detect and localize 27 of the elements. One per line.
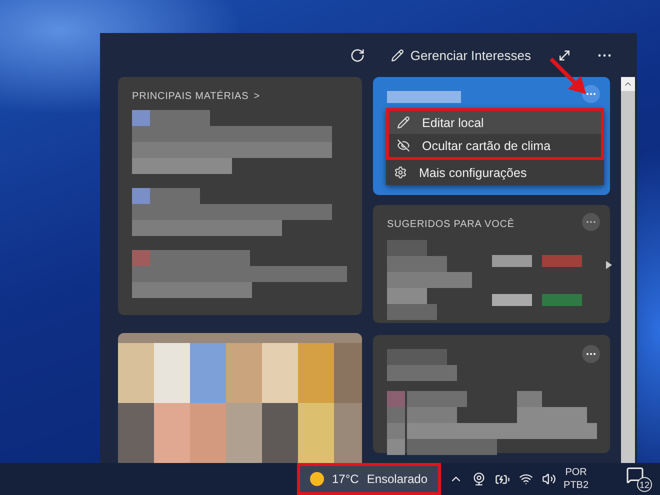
pencil-icon: [397, 116, 410, 129]
more-button[interactable]: [582, 345, 600, 363]
more-icon: [598, 54, 611, 56]
blurred-content: [387, 349, 457, 381]
scrollbar[interactable]: [621, 77, 635, 463]
card-title: PRINCIPAIS MATÉRIAS: [132, 91, 249, 102]
menu-item[interactable]: Editar local: [389, 111, 601, 134]
manage-interests-button[interactable]: Gerenciar Interesses: [389, 46, 533, 64]
speaker-icon[interactable]: [542, 472, 556, 486]
language-indicator[interactable]: POR PTB2: [564, 466, 589, 492]
eye-slash-icon: [397, 139, 410, 152]
pointer-arrow: [548, 56, 588, 96]
notification-button[interactable]: 12: [626, 466, 652, 492]
webcam-icon[interactable]: [472, 472, 486, 486]
card-title: SUGERIDOS PARA VOCÊ: [387, 219, 514, 230]
scroll-right-icon[interactable]: [606, 261, 612, 269]
refresh-icon: [350, 48, 366, 62]
more-button[interactable]: [596, 52, 613, 58]
menu-item[interactable]: Mais configurações: [386, 160, 604, 185]
wifi-icon[interactable]: [518, 472, 533, 486]
sun-icon: [310, 472, 324, 486]
weather-button[interactable]: 17°C Ensolarado: [300, 466, 438, 492]
gear-icon: [394, 166, 407, 179]
pencil-icon: [391, 48, 404, 62]
chevron-link[interactable]: >: [254, 91, 260, 102]
expand-icon: [557, 48, 572, 62]
notification-badge: 12: [637, 477, 652, 492]
